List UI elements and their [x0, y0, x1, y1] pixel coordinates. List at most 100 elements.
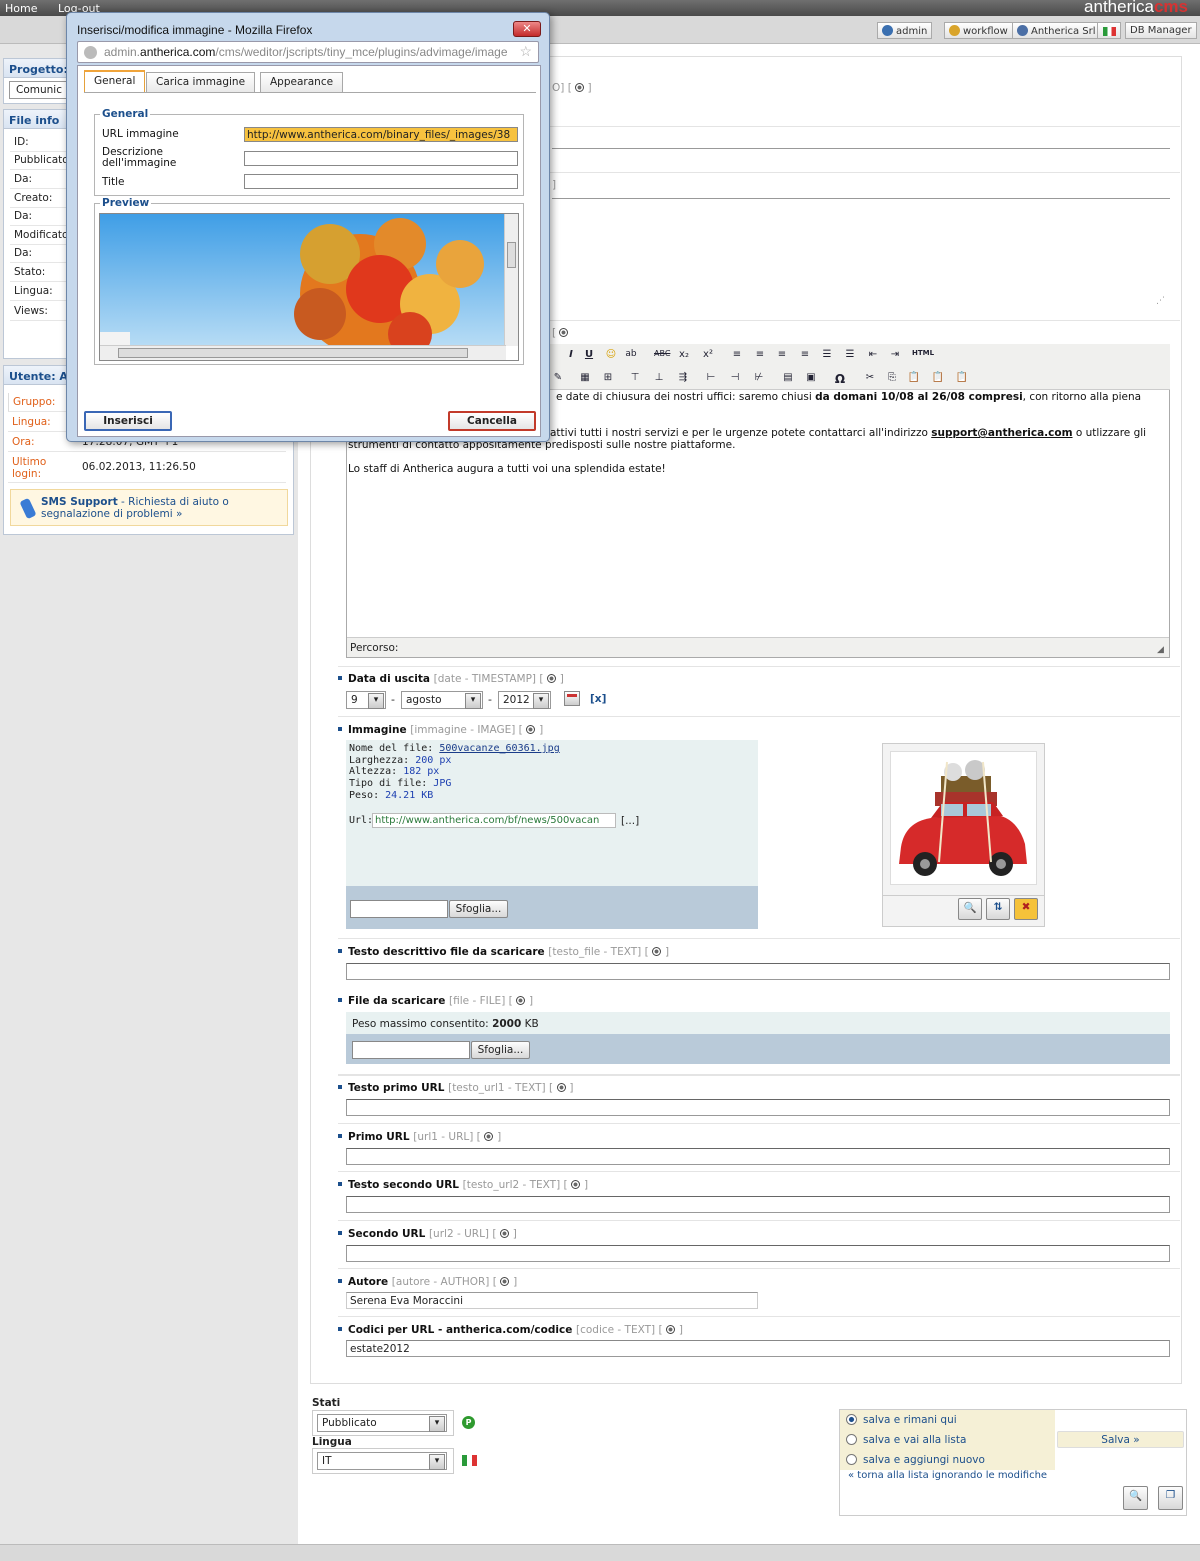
italic-icon[interactable]: I [563, 349, 579, 363]
preview-icon[interactable]: 🔍 [1123, 1486, 1148, 1510]
title-input[interactable] [244, 174, 518, 189]
dialog-url-bar[interactable]: admin.antherica.com/cms/weditor/jscripts… [77, 41, 539, 63]
subscript-icon[interactable]: x₂ [676, 349, 692, 363]
file-browse-button[interactable]: Sfoglia... [471, 1041, 530, 1059]
clear-date-button[interactable]: [x] [590, 693, 606, 705]
special-char-icon[interactable]: Ω [832, 372, 848, 386]
testo_file-input[interactable] [346, 963, 1170, 980]
save-option-opt1[interactable]: salva e rimani qui [846, 1414, 957, 1426]
image-url-more[interactable]: [...] [621, 815, 639, 827]
table-icon[interactable]: ▦ [577, 372, 593, 386]
day-select[interactable]: 9 [346, 691, 386, 709]
url1-input[interactable] [346, 1148, 1170, 1165]
help-icon[interactable] [559, 328, 569, 337]
vertical-scrollbar[interactable] [504, 214, 518, 346]
author-input[interactable]: Serena Eva Moraccini [346, 1292, 758, 1309]
number-list-icon[interactable]: ☰ [842, 349, 858, 363]
col-before-icon[interactable]: ⊢ [703, 372, 719, 386]
duplicate-icon[interactable]: ❐ [1158, 1486, 1183, 1510]
tab-appearance[interactable]: Appearance [260, 72, 344, 92]
html-icon[interactable]: HTML [912, 349, 934, 363]
status-select[interactable]: Pubblicato [317, 1414, 447, 1432]
file-input[interactable] [352, 1041, 470, 1059]
url1t-input[interactable] [346, 1099, 1170, 1116]
year-select[interactable]: 2012 [498, 691, 551, 709]
company-button[interactable]: Antherica Srl [1012, 22, 1101, 39]
code-input[interactable]: estate2012 [346, 1340, 1170, 1357]
field3-textarea[interactable] [552, 198, 1170, 310]
paste-icon[interactable]: 📋 [906, 372, 922, 386]
save-option-opt3[interactable]: salva e aggiungi nuovo [846, 1454, 985, 1466]
row-before-icon[interactable]: ⊤ [627, 372, 643, 386]
url2t-input[interactable] [346, 1196, 1170, 1213]
paste-word-icon[interactable]: 📋 [954, 372, 970, 386]
help-icon[interactable] [500, 1277, 510, 1286]
help-icon[interactable] [652, 947, 662, 956]
image-url-input[interactable]: http://www.antherica.com/binary_files/_i… [244, 127, 518, 142]
align-right-icon[interactable]: ≡ [774, 349, 790, 363]
sms-support-box[interactable]: SMS Support - Richiesta di aiuto o segna… [10, 489, 288, 526]
image-browse-button[interactable]: Sfoglia... [449, 900, 508, 918]
month-select[interactable]: agosto [401, 691, 483, 709]
table-props-icon[interactable]: ▤ [780, 372, 796, 386]
editor-resize-icon[interactable]: ◢ [1157, 645, 1164, 655]
help-icon[interactable] [516, 996, 526, 1005]
col-delete-icon[interactable]: ⊬ [751, 372, 767, 386]
radio-icon[interactable] [846, 1414, 857, 1425]
help-icon[interactable] [526, 725, 536, 734]
url2-input[interactable] [346, 1245, 1170, 1262]
help-icon[interactable] [547, 674, 557, 683]
cut-icon[interactable]: ✂ [862, 372, 878, 386]
indent-icon[interactable]: ⇥ [887, 349, 903, 363]
align-center-icon[interactable]: ≡ [752, 349, 768, 363]
justify-icon[interactable]: ≡ [797, 349, 813, 363]
save-button[interactable]: Salva » [1057, 1431, 1184, 1448]
help-icon[interactable] [571, 1180, 581, 1189]
support-email-link[interactable]: support@antherica.com [931, 427, 1072, 439]
image-file-link[interactable]: 500vacanze_60361.jpg [439, 743, 559, 754]
help-icon[interactable] [556, 1083, 566, 1092]
col-after-icon[interactable]: ⊣ [727, 372, 743, 386]
bookmark-star-icon[interactable]: ☆ [519, 43, 532, 60]
radio-icon[interactable] [846, 1434, 857, 1445]
help-icon[interactable] [484, 1132, 494, 1141]
underline-icon[interactable]: U [581, 349, 597, 363]
back-to-list-link[interactable]: « torna alla lista ignorando le modifich… [848, 1470, 1047, 1481]
image-url-field[interactable]: http://www.antherica.com/bf/news/500vaca… [372, 813, 616, 828]
calendar-icon[interactable] [564, 691, 580, 706]
bullet-list-icon[interactable]: ☰ [819, 349, 835, 363]
radio-icon[interactable] [846, 1454, 857, 1465]
language-flag-button[interactable] [1097, 22, 1121, 39]
save-option-opt2[interactable]: salva e vai alla lista [846, 1434, 966, 1446]
language-select[interactable]: IT [317, 1452, 447, 1470]
home-link[interactable]: Home [5, 2, 37, 15]
tab-general[interactable]: General [84, 70, 146, 92]
insert-button[interactable]: Inserisci [84, 411, 172, 431]
help-icon[interactable] [500, 1229, 510, 1238]
zoom-image-icon[interactable]: 🔍 [958, 898, 982, 920]
align-left-icon[interactable]: ≡ [729, 349, 745, 363]
row-after-icon[interactable]: ⊥ [651, 372, 667, 386]
spellcheck-icon[interactable]: ab [623, 349, 639, 363]
field2-input[interactable] [552, 148, 1170, 162]
emoticon-icon[interactable]: ☺ [603, 349, 619, 363]
help-icon[interactable] [666, 1325, 676, 1334]
workflow-button[interactable]: workflow [944, 22, 1013, 39]
swap-image-icon[interactable]: ⇅ [986, 898, 1010, 920]
merge-icon[interactable]: ⊞ [600, 372, 616, 386]
close-icon[interactable]: ✕ [513, 21, 541, 37]
copy-icon[interactable]: ⎘ [884, 372, 900, 386]
help-icon[interactable] [575, 83, 585, 92]
superscript-icon[interactable]: x² [700, 349, 716, 363]
cell-props-icon[interactable]: ▣ [803, 372, 819, 386]
paste-text-icon[interactable]: 📋 [930, 372, 946, 386]
resize-handle-icon[interactable]: ⋰ [1156, 296, 1165, 306]
edit-icon[interactable]: ✎ [550, 372, 566, 386]
cancel-button[interactable]: Cancella [448, 411, 536, 431]
user-button[interactable]: admin [877, 22, 933, 39]
col-icon[interactable]: ⇶ [675, 372, 691, 386]
db-manager-button[interactable]: DB Manager [1125, 22, 1197, 39]
tab-carica-immagine[interactable]: Carica immagine [146, 72, 256, 92]
abbr-icon[interactable]: ABC [654, 349, 670, 363]
description-input[interactable] [244, 151, 518, 166]
